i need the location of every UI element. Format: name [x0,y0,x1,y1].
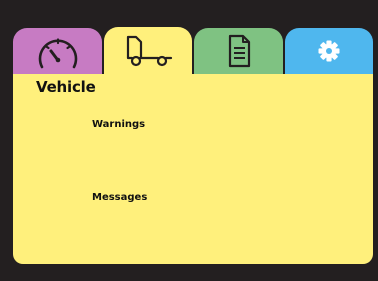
tab-settings[interactable] [285,28,373,74]
document-icon [228,34,250,68]
menu-item-messages[interactable]: Messages [92,192,147,203]
truck-icon [126,35,173,67]
screen: Vehicle Warnings Messages [0,0,378,281]
vehicle-panel: Vehicle Warnings Messages [13,74,373,264]
panel-title: Vehicle [36,78,96,96]
gear-icon [318,40,340,62]
tab-documents[interactable] [194,28,283,74]
speedometer-icon [38,38,77,69]
menu-item-warnings[interactable]: Warnings [92,119,145,130]
tab-vehicle[interactable] [104,27,192,79]
tab-speed[interactable] [13,28,102,74]
